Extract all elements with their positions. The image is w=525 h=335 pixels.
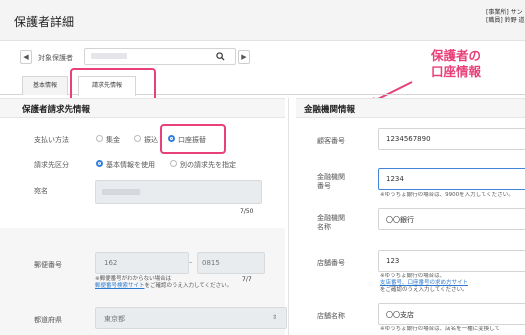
chevron-updown-icon: ⇕: [272, 314, 278, 321]
office-line: [事業所] サン: [486, 9, 523, 16]
page-header: [0, 0, 525, 41]
branch-no-input[interactable]: 123: [378, 250, 525, 272]
branch-name-input[interactable]: 〇〇支店: [378, 303, 525, 325]
prev-guardian-button[interactable]: ◀: [20, 50, 32, 64]
bank-no-label-line1: 金融機関: [317, 173, 345, 181]
bank-section-title: 金融機関情報: [304, 105, 356, 115]
tab-highlight-box: [70, 68, 156, 102]
customer-no-label: 顧客番号: [317, 137, 345, 145]
branch-name-label: 店舗名称: [317, 312, 345, 320]
branch-note-line2: をご確認のうえ入力してください。: [380, 287, 468, 293]
addressee-label: 宛名: [34, 187, 48, 195]
branch-name-note: ※ゆうちょ銀行の場合は、店名を一種に変換して: [380, 326, 500, 332]
bank-name-label-line2: 名称: [317, 223, 331, 231]
payment-method-label: 支払い方法: [34, 136, 69, 144]
customer-no-value: 1234567890: [386, 135, 431, 143]
prefecture-value: 東京都: [104, 315, 125, 323]
tab-basic-info[interactable]: 基本情報: [22, 76, 68, 95]
staff-line: [職員] 鈴野 道: [486, 17, 525, 24]
bank-name-label: 金融機関 名称: [317, 214, 345, 232]
addressee-input[interactable]: [95, 180, 262, 204]
branch-no-note: ※ゆうちょ銀行の場合は、 支店番号、口座番号の求め方サイト をご確認のうえ入力し…: [380, 273, 525, 294]
branch-note-line1: ※ゆうちょ銀行の場合は、: [380, 273, 446, 279]
postal-note-line1: ※郵便番号がわからない場合は: [95, 276, 172, 282]
next-guardian-button[interactable]: ▶: [238, 50, 250, 64]
annotation-callout: 保護者の 口座情報: [408, 48, 504, 80]
radio-cash[interactable]: [96, 135, 103, 142]
prefecture-label: 都道府県: [34, 316, 62, 324]
branch-no-value: 123: [386, 257, 400, 265]
prefecture-select[interactable]: 東京都 ⇕: [95, 307, 287, 329]
branch-name-value: 〇〇支店: [386, 311, 414, 319]
bank-no-input[interactable]: 1234: [378, 168, 525, 190]
radio-transfer-label: 振込: [144, 136, 158, 144]
postal-note-line2: をご確認のうえ入力してください。: [144, 283, 233, 289]
billing-section-title: 保護者請求先情報: [22, 105, 91, 115]
radio-use-basic-info[interactable]: [96, 160, 103, 167]
bank-no-label: 金融機関 番号: [317, 173, 345, 191]
radio-use-basic-info-label: 基本情報を使用: [106, 161, 155, 169]
bank-name-label-line1: 金融機関: [317, 214, 345, 222]
postal-search-link[interactable]: 郵便番号検索サイト: [95, 283, 145, 289]
search-label: 対象保護者: [38, 54, 73, 62]
radio-transfer[interactable]: [134, 135, 141, 142]
customer-no-input[interactable]: 1234567890: [378, 128, 525, 150]
bank-no-label-line2: 番号: [317, 182, 331, 190]
radio-cash-label: 集金: [106, 136, 120, 144]
branch-help-link[interactable]: 支店番号、口座番号の求め方サイト: [380, 280, 468, 286]
bank-name-value: 〇〇銀行: [386, 216, 414, 224]
postal-code-note: ※郵便番号がわからない場合は 郵便番号検索サイトをご確認のうえ入力してください。: [95, 276, 243, 290]
postal-code-part2-value: 0815: [202, 259, 220, 267]
payment-highlight-box: [160, 124, 226, 154]
postal-code-separator: –: [189, 258, 193, 266]
page-title: 保護者詳細: [14, 15, 75, 29]
search-icon[interactable]: [216, 52, 225, 61]
postal-code-part2-input[interactable]: 0815: [197, 252, 265, 274]
postal-code-part1-value: 162: [104, 259, 118, 267]
postal-code-part1-input[interactable]: 162: [95, 252, 189, 274]
radio-other-billing-label: 別の請求先を指定: [180, 161, 236, 169]
addressee-blurred: [102, 189, 140, 195]
guardian-search-input[interactable]: [84, 48, 236, 65]
postal-code-counter: 7/7: [242, 276, 252, 283]
billing-type-label: 請求先区分: [34, 161, 69, 169]
radio-other-billing[interactable]: [170, 160, 177, 167]
guardian-name-blurred: [91, 53, 127, 59]
bank-no-note: ※ゆうちょ銀行の場合は、9900を入力してください。: [380, 192, 514, 198]
column-divider: [288, 98, 289, 335]
branch-no-label: 店舗番号: [317, 259, 345, 267]
bank-name-input[interactable]: 〇〇銀行: [378, 208, 525, 230]
postal-code-label: 郵便番号: [34, 261, 62, 269]
office-info: [事業所] サン [職員] 鈴野 道: [486, 9, 525, 25]
callout-line-1: 保護者の: [430, 48, 481, 63]
addressee-counter: 7/50: [240, 208, 254, 215]
callout-line-2: 口座情報: [430, 64, 481, 79]
bank-no-value: 1234: [386, 175, 404, 183]
